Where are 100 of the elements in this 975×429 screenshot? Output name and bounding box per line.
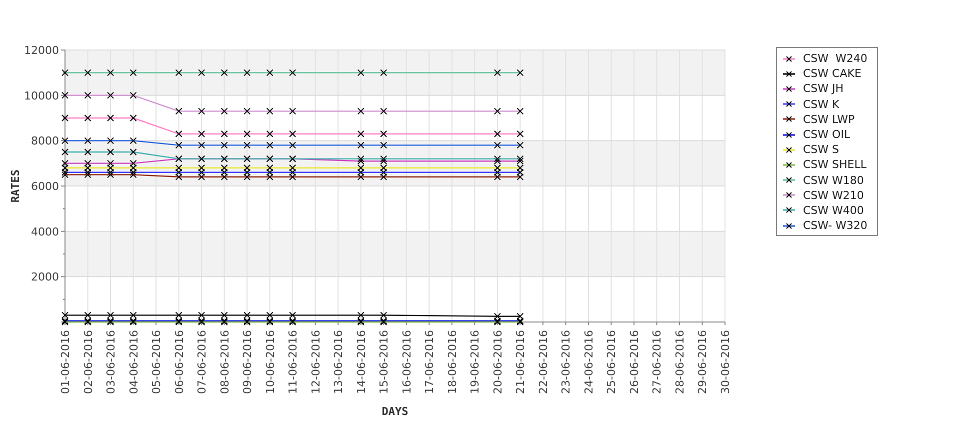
data-point [516,142,524,149]
data-point [494,130,501,138]
data-point [289,69,296,76]
x-tick-label: 10-06-2016 [264,330,277,394]
data-point [130,92,137,99]
data-point [107,114,114,122]
x-tick-label: 11-06-2016 [286,330,300,394]
data-point [516,108,524,115]
data-point [198,69,206,76]
x-tick-label: 05-06-2016 [150,330,164,394]
x-tick-label: 07-06-2016 [196,330,209,394]
data-point [130,148,137,156]
data-point [130,114,137,122]
x-tick-label: 04-06-2016 [127,330,140,394]
data-point [62,148,68,156]
legend-label: CSW W210 [803,188,864,202]
data-point [198,108,206,115]
data-point [220,142,228,149]
legend-label: CSW- W320 [803,219,868,232]
data-point [220,130,228,138]
data-point [62,114,68,122]
legend-label: CSW S [803,143,840,156]
data-point [494,69,501,76]
data-point [220,69,228,76]
x-tick-label: 18-06-2016 [446,330,459,394]
x-tick-label: 23-06-2016 [560,330,573,394]
x-tick-label: 19-06-2016 [468,330,482,394]
data-point [357,69,364,76]
data-point [220,108,228,115]
data-point [84,69,92,76]
x-tick-label: 03-06-2016 [104,330,118,394]
legend-label: CSW W400 [803,204,864,217]
x-axis-title: DAYS [382,405,408,418]
legend-label: CSW K [803,98,840,111]
data-point [380,108,388,115]
data-point [380,130,388,138]
legend-label: CSW SHELL [803,158,866,172]
x-tick-label: 26-06-2016 [628,330,641,394]
data-point [244,130,251,138]
data-point [266,130,274,138]
data-point [494,108,501,115]
data-point [175,108,182,115]
x-tick-label: 14-06-2016 [354,330,368,394]
data-point [380,142,388,149]
x-tick-label: 17-06-2016 [423,330,436,394]
legend-label: CSW W180 [803,174,864,187]
y-tick-label: 6000 [31,180,59,193]
x-tick-label: 12-06-2016 [309,330,322,394]
data-point [130,137,137,144]
data-point [84,148,92,156]
data-point [198,142,206,149]
data-point [198,130,206,138]
data-point [266,69,274,76]
data-point [107,69,114,76]
x-tick-label: 09-06-2016 [241,330,254,394]
data-point [175,130,182,138]
data-point [357,108,364,115]
data-point [62,69,68,76]
x-tick-label: 01-06-2016 [59,330,72,394]
data-point [107,137,114,144]
y-tick-label: 12000 [24,44,59,57]
data-point [175,69,182,76]
data-point [516,69,524,76]
data-point [175,142,182,149]
y-tick-label: 8000 [31,134,59,148]
x-tick-label: 21-06-2016 [514,330,528,394]
x-tick-label: 15-06-2016 [378,330,391,394]
data-point [107,92,114,99]
data-point [266,142,274,149]
y-tick-label: 2000 [31,270,59,284]
x-tick-label: 02-06-2016 [82,330,95,394]
x-tick-label: 13-06-2016 [332,330,346,394]
data-point [266,108,274,115]
x-tick-label: 06-06-2016 [172,330,186,394]
data-point [84,92,92,99]
data-point [244,142,251,149]
data-point [62,92,68,99]
x-tick-label: 28-06-2016 [673,330,686,394]
x-tick-label: 30-06-2016 [719,330,732,394]
legend-label: CSW W240 [803,52,868,66]
data-point [289,142,296,149]
x-tick-label: 20-06-2016 [491,330,504,394]
data-point [357,142,364,149]
data-point [380,69,388,76]
x-tick-label: 29-06-2016 [696,330,710,394]
legend-label: CSW LWP [803,112,855,126]
legend-label: CSW OIL [803,128,850,142]
x-tick-label: 24-06-2016 [582,330,596,394]
x-tick-label: 16-06-2016 [400,330,414,394]
y-axis-title: RATES [9,169,22,203]
x-tick-label: 08-06-2016 [218,330,232,394]
legend-label: CSW JH [803,82,844,96]
y-tick-label: 4000 [31,225,59,238]
data-point [289,130,296,138]
data-point [84,137,92,144]
data-point [130,69,137,76]
legend-label: CSW CAKE [803,67,862,80]
x-tick-label: 27-06-2016 [650,330,664,394]
data-point [244,69,251,76]
data-point [494,142,501,149]
